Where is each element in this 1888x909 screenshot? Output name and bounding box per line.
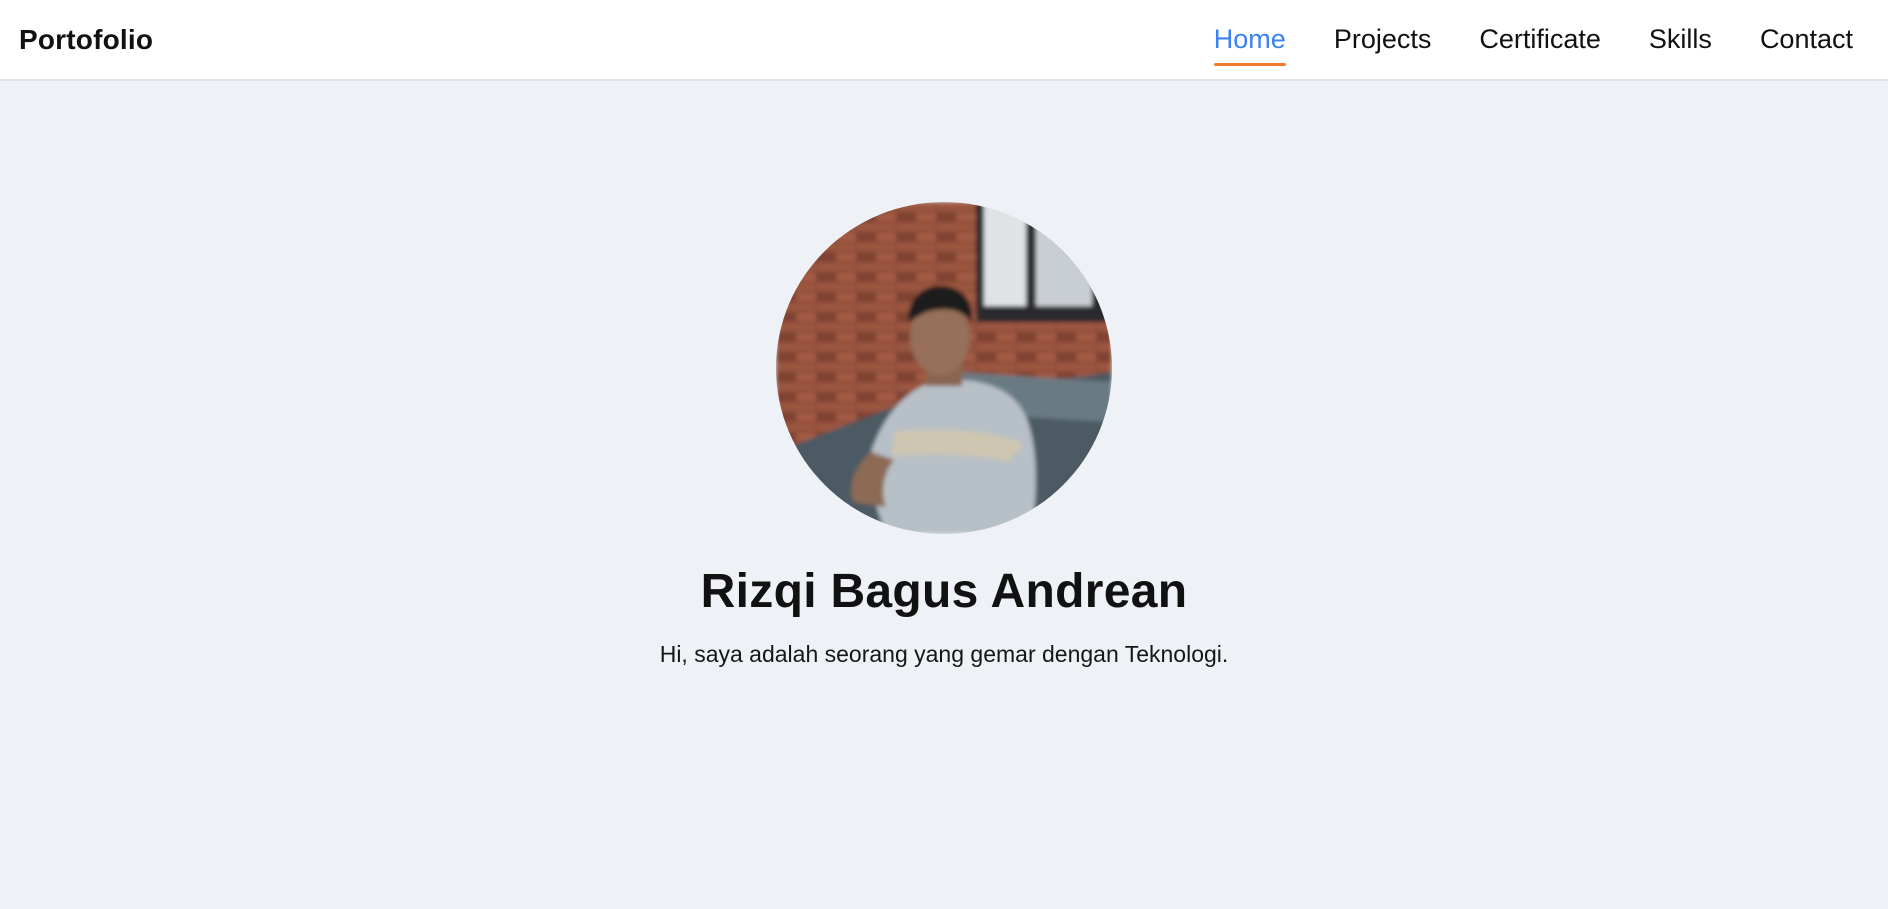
- nav-link-contact[interactable]: Contact: [1760, 18, 1853, 61]
- hero-name: Rizqi Bagus Andrean: [700, 565, 1188, 618]
- nav-list: Home Projects Certificate Skills Contact: [1213, 18, 1853, 66]
- nav-item-home: Home: [1213, 18, 1286, 66]
- nav-link-home[interactable]: Home: [1213, 18, 1286, 66]
- main-nav: Home Projects Certificate Skills Contact: [1213, 18, 1853, 66]
- hero-section: Rizqi Bagus Andrean Hi, saya adalah seor…: [0, 81, 1888, 668]
- nav-item-projects: Projects: [1334, 18, 1432, 61]
- nav-link-projects[interactable]: Projects: [1334, 18, 1432, 61]
- nav-item-contact: Contact: [1760, 18, 1853, 61]
- nav-item-skills: Skills: [1649, 18, 1712, 61]
- hero-tagline: Hi, saya adalah seorang yang gemar denga…: [659, 641, 1229, 667]
- nav-item-certificate: Certificate: [1479, 18, 1601, 61]
- nav-link-skills[interactable]: Skills: [1649, 18, 1712, 61]
- profile-photo-illustration: [776, 202, 1112, 534]
- brand-logo[interactable]: Portofolio: [19, 24, 153, 56]
- nav-link-certificate[interactable]: Certificate: [1479, 18, 1601, 61]
- profile-photo: [776, 202, 1112, 534]
- navbar: Portofolio Home Projects Certificate Ski…: [0, 0, 1888, 81]
